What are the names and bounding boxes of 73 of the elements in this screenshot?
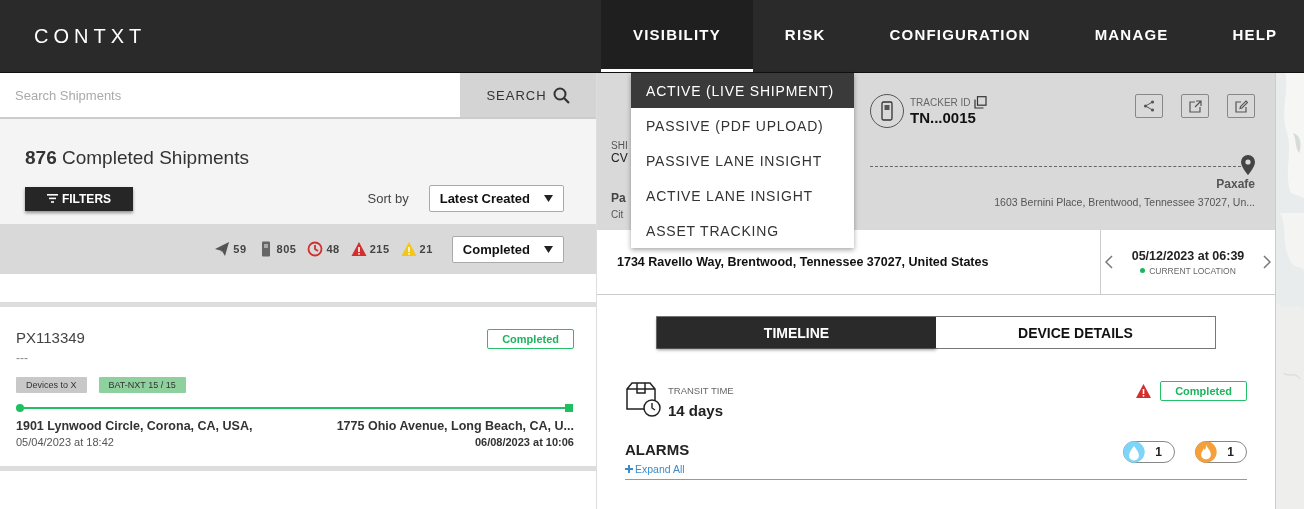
expand-all-link[interactable]: Expand All [625, 463, 685, 475]
nav-tab[interactable]: VISIBILITY [601, 0, 753, 72]
origin-name: Pa [611, 191, 627, 205]
menu-item[interactable]: PASSIVE LANE INSIGHT [631, 143, 854, 178]
alarms-title: ALARMS [625, 441, 690, 458]
menu-item[interactable]: ACTIVE LANE INSIGHT [631, 178, 854, 213]
tag: Devices to X [16, 376, 87, 393]
shipment-card[interactable]: PX113349 Completed --- Devices to X BAT-NXT 15 / 15 1901 Lynwood Circle, Corona, CA, USA, 1775 Ohio Avenue, Long Beach, CA, U... 05/04/2023 at 18:42 06/08/2023 at 10:06 [0, 306, 596, 471]
nav-tab[interactable]: CONFIGURATION [857, 0, 1063, 72]
menu-item[interactable]: PASSIVE (PDF UPLOAD) [631, 108, 854, 143]
origin-time: 05/04/2023 at 18:42 [16, 435, 114, 448]
logo: CONTXT [34, 24, 148, 48]
stat-count: 48 [326, 243, 340, 256]
plus-icon [625, 465, 633, 473]
origin-address: 1901 Lynwood Circle, Corona, CA, USA, [16, 418, 253, 433]
tag: BAT-NXT 15 / 15 [98, 376, 186, 393]
warning-triangle-icon [400, 241, 417, 258]
shipment-subtitle: --- [16, 350, 29, 365]
open-external-button[interactable] [1181, 94, 1209, 118]
destination-time: 06/08/2023 at 10:06 [474, 435, 574, 448]
box-clock-icon [625, 381, 661, 417]
current-location-label: CURRENT LOCATION [1149, 265, 1236, 276]
search-button[interactable]: SEARCH [460, 73, 596, 118]
origin-address: Cit [611, 209, 625, 220]
edit-button[interactable] [1227, 94, 1255, 118]
external-link-icon [1188, 99, 1202, 113]
destination-name: Paxafe [1215, 177, 1255, 191]
caret-icon [544, 245, 553, 253]
transit-time-label: TRANSIT TIME [668, 385, 734, 396]
transit-time-value: 14 days [668, 402, 725, 419]
filter-icon [46, 194, 58, 204]
edit-icon [1234, 99, 1248, 113]
share-icon [1143, 100, 1155, 112]
menu-item[interactable]: ASSET TRACKING [631, 213, 854, 248]
stat-count: 805 [276, 243, 297, 256]
caret-icon [544, 195, 553, 203]
nav-tab[interactable]: HELP [1200, 0, 1284, 72]
nav-tab[interactable]: RISK [752, 0, 858, 72]
alert-triangle-icon [1135, 383, 1153, 399]
status-dot [1140, 268, 1146, 273]
stat-count: 21 [419, 243, 433, 256]
flame-icon [1195, 441, 1217, 463]
sort-label: Sort by [367, 191, 409, 207]
tracker-id-label: TRACKER ID [910, 97, 971, 108]
paper-plane-icon [214, 241, 231, 258]
status-badge: Completed [1160, 381, 1247, 401]
chevron-left-icon[interactable] [1105, 255, 1113, 269]
nav-tab[interactable]: MANAGE [1062, 0, 1201, 72]
copy-icon[interactable] [973, 96, 987, 109]
stat-count: 59 [233, 243, 247, 256]
destination-address: 1603 Bernini Place, Brentwood, Tennessee 37027, Un... [993, 196, 1255, 208]
location-pin-icon [1241, 155, 1255, 175]
tracker-id: TN...0015 [910, 109, 977, 126]
filters-button[interactable]: FILTERS [25, 186, 133, 211]
shipment-label: SHI [611, 140, 629, 151]
sort-dropdown[interactable]: Latest Created [428, 185, 564, 213]
shipment-id: PX113349 [16, 328, 85, 346]
destination-address: 1775 Ohio Avenue, Long Beach, CA, U... [336, 418, 574, 433]
alert-triangle-icon [350, 241, 367, 258]
share-button[interactable] [1135, 94, 1163, 118]
detail-tab[interactable]: TIMELINE [657, 317, 936, 348]
menu-item[interactable]: ACTIVE (LIVE SHIPMENT) [631, 73, 854, 108]
water-drop-icon [1123, 441, 1145, 463]
current-time: 05/12/2023 at 06:39 [1131, 248, 1245, 263]
status-dropdown[interactable]: Completed [451, 235, 564, 263]
shipment-value: CV [611, 151, 629, 165]
current-address: 1734 Ravello Way, Brentwood, Tennessee 37027, United States [617, 255, 989, 269]
status-badge: Completed [487, 328, 574, 349]
stat-count: 215 [369, 243, 390, 256]
clock-icon [307, 241, 324, 258]
chevron-right-icon[interactable] [1263, 255, 1271, 269]
search-icon [552, 86, 570, 104]
shipments-count-title: 876 Completed Shipments [25, 147, 250, 170]
